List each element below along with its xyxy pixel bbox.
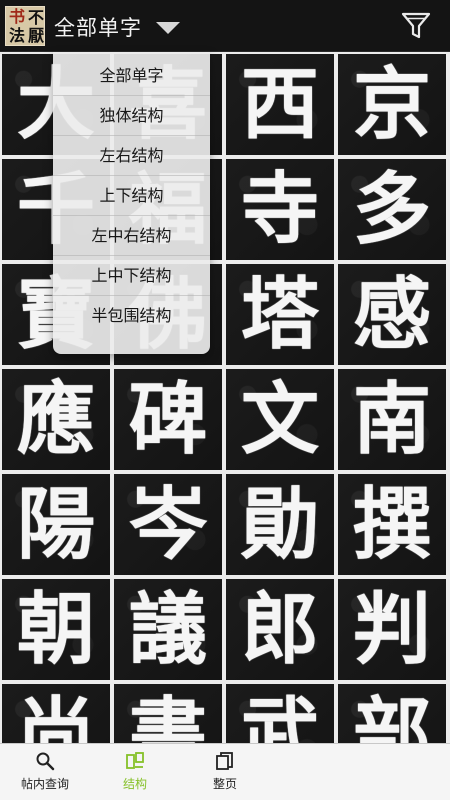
tab-search-in-copybook[interactable]: 帖内查询 <box>0 744 90 800</box>
character-glyph: 勛 <box>240 478 319 570</box>
character-glyph: 陽 <box>16 478 95 570</box>
character-tile[interactable]: 陽 <box>2 474 110 575</box>
character-tile[interactable]: 朝 <box>2 579 110 680</box>
character-glyph: 文 <box>240 373 319 465</box>
tab-label: 结构 <box>122 777 147 791</box>
character-tile[interactable]: 書 <box>114 684 222 743</box>
character-glyph: 寺 <box>240 163 319 255</box>
character-tile[interactable]: 撰 <box>338 474 446 575</box>
character-glyph: 多 <box>352 163 431 255</box>
character-glyph: 部 <box>352 688 431 743</box>
character-tile[interactable]: 勛 <box>226 474 334 575</box>
character-glyph: 判 <box>352 583 431 675</box>
menu-item-single-structure[interactable]: 独体结构 <box>53 96 210 136</box>
tab-label: 帖内查询 <box>20 777 69 791</box>
character-glyph: 碑 <box>128 373 207 465</box>
menu-item-left-middle-right[interactable]: 左中右结构 <box>53 216 210 256</box>
character-glyph: 郎 <box>240 583 319 675</box>
filter-button[interactable] <box>400 11 432 41</box>
character-glyph: 西 <box>240 58 319 150</box>
tab-full-page[interactable]: 整页 <box>180 744 270 800</box>
logo-char: 法 <box>9 26 26 45</box>
structure-dropdown-menu: 全部单字 独体结构 左右结构 上下结构 左中右结构 上中下结构 半包围结构 <box>53 52 210 354</box>
filter-icon <box>401 12 431 39</box>
character-tile[interactable]: 南 <box>338 369 446 470</box>
character-glyph: 議 <box>128 583 207 675</box>
structure-icon <box>126 752 144 769</box>
tab-structure[interactable]: 结构 <box>90 744 180 800</box>
character-glyph: 南 <box>352 373 431 465</box>
category-title[interactable]: 全部单字 <box>54 12 142 42</box>
character-glyph: 武 <box>240 688 319 743</box>
tab-label: 整页 <box>212 777 237 791</box>
character-glyph: 岑 <box>128 478 207 570</box>
character-tile[interactable]: 郎 <box>226 579 334 680</box>
character-glyph: 書 <box>128 688 207 743</box>
menu-item-top-middle-bottom[interactable]: 上中下结构 <box>53 256 210 296</box>
character-glyph: 朝 <box>16 583 95 675</box>
character-tile[interactable]: 武 <box>226 684 334 743</box>
character-glyph: 應 <box>16 373 95 465</box>
dropdown-caret-icon[interactable] <box>156 22 180 34</box>
character-tile[interactable]: 西 <box>226 54 334 155</box>
menu-item-left-right[interactable]: 左右结构 <box>53 136 210 176</box>
character-tile[interactable]: 部 <box>338 684 446 743</box>
character-glyph: 撰 <box>352 478 431 570</box>
character-tile[interactable]: 應 <box>2 369 110 470</box>
character-tile[interactable]: 議 <box>114 579 222 680</box>
character-tile[interactable]: 感 <box>338 264 446 365</box>
logo-char: 不 <box>28 8 45 27</box>
app-logo: 书 不 法 厭 <box>5 6 45 46</box>
character-glyph: 感 <box>352 268 431 360</box>
menu-item-top-bottom[interactable]: 上下结构 <box>53 176 210 216</box>
menu-item-all-characters[interactable]: 全部单字 <box>53 56 210 96</box>
character-tile[interactable]: 碑 <box>114 369 222 470</box>
top-bar: 书 不 法 厭 全部单字 <box>0 0 450 52</box>
pages-icon <box>216 752 233 770</box>
character-glyph: 塔 <box>240 268 319 360</box>
character-tile[interactable]: 判 <box>338 579 446 680</box>
character-tile[interactable]: 尚 <box>2 684 110 743</box>
logo-char: 厭 <box>28 26 45 45</box>
character-tile[interactable]: 文 <box>226 369 334 470</box>
bottom-tab-bar: 帖内查询 结构 整页 <box>0 743 450 800</box>
logo-char: 书 <box>9 7 26 26</box>
character-tile[interactable]: 京 <box>338 54 446 155</box>
search-icon <box>36 752 55 771</box>
menu-item-half-enclosed[interactable]: 半包围结构 <box>53 296 210 336</box>
character-tile[interactable]: 塔 <box>226 264 334 365</box>
character-tile[interactable]: 寺 <box>226 159 334 260</box>
character-glyph: 尚 <box>16 688 95 743</box>
character-tile[interactable]: 多 <box>338 159 446 260</box>
character-glyph: 京 <box>352 58 431 150</box>
character-tile[interactable]: 岑 <box>114 474 222 575</box>
